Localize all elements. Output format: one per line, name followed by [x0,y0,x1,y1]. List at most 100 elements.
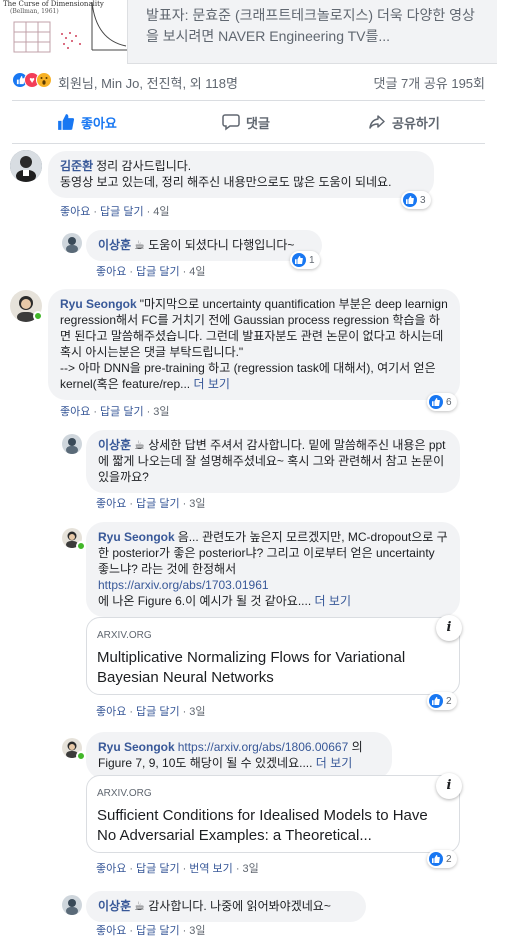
comment-meta: 좋아요 · 답글 달기 · 3일 [96,706,206,718]
comment-author[interactable]: Ryu Seongok [98,740,175,754]
reaction-count-badge[interactable]: 1 [290,251,320,269]
comment-time[interactable]: 4일 [153,206,169,218]
like-icon [429,852,443,866]
info-icon[interactable]: i [436,615,462,641]
comment-reply-link[interactable]: 답글 달기 [136,498,180,510]
comment-time[interactable]: 3일 [189,706,205,718]
comment-reply-link[interactable]: 답글 달기 [136,706,180,718]
comment-url-link[interactable]: https://arxiv.org/abs/1703.01961 [98,578,269,592]
info-icon[interactable]: i [436,773,462,799]
like-icon [403,193,417,207]
online-status-dot [33,311,43,321]
comment-meta: 좋아요 · 답글 달기 · 4일 [60,206,170,218]
comment-like-link[interactable]: 좋아요 [96,925,126,937]
cup-emoji-icon: ☕ [134,438,145,452]
reaction-count: 2 [446,695,452,707]
comment-icon [222,114,240,131]
wow-reaction-icon[interactable] [36,72,52,88]
like-icon [292,253,306,267]
comment-text: 상세한 답변 주셔서 감사합니다. 밑에 말씀해주신 내용은 ppt에 짧게 나… [98,438,446,484]
translate-link[interactable]: 번역 보기 [189,863,233,875]
reaction-count-badge[interactable]: 6 [427,393,457,411]
reactions-summary: ♥ 회원님, Min Jo, 전진혁, 외 118명 댓글 7개 공유 195회 [12,70,485,92]
comment-time[interactable]: 3일 [242,863,258,875]
avatar[interactable] [62,434,82,454]
see-more-link[interactable]: 더 보기 [315,594,351,608]
card-source: ARXIV.ORG [97,788,152,799]
link-preview[interactable]: The Curse of Dimensionality (Bellman, 19… [0,0,497,64]
see-more-link[interactable]: 더 보기 [193,377,229,391]
comment-bubble: Ryu Seongok "마지막으로 uncertainty quantifica… [48,289,460,400]
comment-author[interactable]: 이상훈 [98,238,131,252]
thumbs-up-icon [58,114,75,130]
reactors-names[interactable]: 회원님, Min Jo, 전진혁, 외 118명 [58,73,238,92]
comment-bubble: Ryu Seongok https://arxiv.org/abs/1806.00… [86,732,392,779]
preview-description: 발표자: 문효준 (크래프트테크놀로지스) 더욱 다양한 영상을 보시려면 NA… [146,7,475,44]
comment-author[interactable]: 이상훈 [98,899,131,913]
comment-author[interactable]: Ryu Seongok [60,297,137,311]
avatar[interactable] [62,233,82,253]
reaction-count-badge[interactable]: 2 [427,692,457,710]
card-source: ARXIV.ORG [97,630,152,641]
comment-author[interactable]: 김준환 [60,159,93,173]
comment-meta: 좋아요 · 답글 달기 · 3일 [96,925,206,937]
comment-like-link[interactable]: 좋아요 [96,706,126,718]
comment-like-link[interactable]: 좋아요 [60,206,90,218]
comment-url-link[interactable]: https://arxiv.org/abs/1806.00667 [178,740,349,754]
cup-emoji-icon: ☕ [134,238,145,252]
comment-bubble: 이상훈 ☕ 감사합니다. 나중에 읽어봐야겠네요~ [86,891,366,922]
like-icon [429,694,443,708]
comment-share-counts[interactable]: 댓글 7개 공유 195회 [373,73,485,92]
comment-bubble: 김준환 정리 감사드립니다. 동영상 보고 있는데, 정리 해주신 내용만으로도 … [48,151,434,198]
comment-button[interactable]: 댓글 [222,101,270,143]
avatar[interactable] [10,150,42,182]
reaction-count-badge[interactable]: 2 [427,850,457,868]
comment-author[interactable]: 이상훈 [98,438,131,452]
comment-time[interactable]: 4일 [189,266,205,278]
link-preview-card[interactable]: ARXIV.ORG Multiplicative Normalizing Flo… [86,615,462,695]
card-title[interactable]: Multiplicative Normalizing Flows for Var… [97,648,449,688]
comment-text: 감사합니다. 나중에 읽어봐야겠네요~ [148,899,331,913]
comment-meta: 좋아요 · 답글 달기 · 3일 [60,406,170,418]
comment-like-link[interactable]: 좋아요 [96,863,126,875]
comment-meta: 좋아요 · 답글 달기 · 4일 [96,266,206,278]
card-title[interactable]: Sufficient Conditions for Idealised Mode… [97,806,449,846]
comment-text-continued: 에 나온 Figure 6.이 예시가 될 것 같아요.... [98,594,312,608]
comment-meta: 좋아요 · 답글 달기 · 번역 보기 · 3일 [96,863,259,875]
comment-reply-link[interactable]: 답글 달기 [136,863,180,875]
share-button-label: 공유하기 [392,115,440,131]
reaction-count: 3 [420,194,426,206]
link-preview-card[interactable]: ARXIV.ORG Sufficient Conditions for Idea… [86,773,462,853]
reaction-count-badge[interactable]: 3 [401,191,431,209]
comment-like-link[interactable]: 좋아요 [96,266,126,278]
reaction-count: 1 [309,254,315,266]
online-status-dot [76,751,86,761]
reaction-count: 2 [446,853,452,865]
comment-text: 정리 감사드립니다. 동영상 보고 있는데, 정리 해주신 내용만으로도 많은 … [60,159,392,189]
like-button[interactable]: 좋아요 [57,101,117,143]
comment-meta: 좋아요 · 답글 달기 · 3일 [96,498,206,510]
comment-text: 도움이 되셨다니 다행입니다~ [148,238,295,252]
comment-button-label: 댓글 [246,115,270,131]
see-more-link[interactable]: 더 보기 [316,756,352,770]
comment-like-link[interactable]: 좋아요 [96,498,126,510]
comment-like-link[interactable]: 좋아요 [60,406,90,418]
reaction-count: 6 [446,396,452,408]
comment-reply-link[interactable]: 답글 달기 [136,925,180,937]
comment-reply-link[interactable]: 답글 달기 [100,206,144,218]
comment-reply-link[interactable]: 답글 달기 [100,406,144,418]
comment-reply-link[interactable]: 답글 달기 [136,266,180,278]
share-icon [369,115,385,129]
comment-bubble: 이상훈 ☕ 도움이 되셨다니 다행입니다~ [86,230,322,261]
share-button[interactable]: 공유하기 [368,101,440,143]
thumbnail-graph-icon [13,1,127,53]
comment-author[interactable]: Ryu Seongok [98,530,175,544]
preview-thumbnail[interactable]: The Curse of Dimensionality (Bellman, 19… [0,0,128,64]
like-icon [429,395,443,409]
avatar[interactable] [62,895,82,915]
comment-bubble: Ryu Seongok 음... 관련도가 높은지 모르겠지만, MC-dropo… [86,522,460,617]
cup-emoji-icon: ☕ [134,899,145,913]
comment-time[interactable]: 3일 [189,925,205,937]
comment-time[interactable]: 3일 [153,406,169,418]
comment-time[interactable]: 3일 [189,498,205,510]
